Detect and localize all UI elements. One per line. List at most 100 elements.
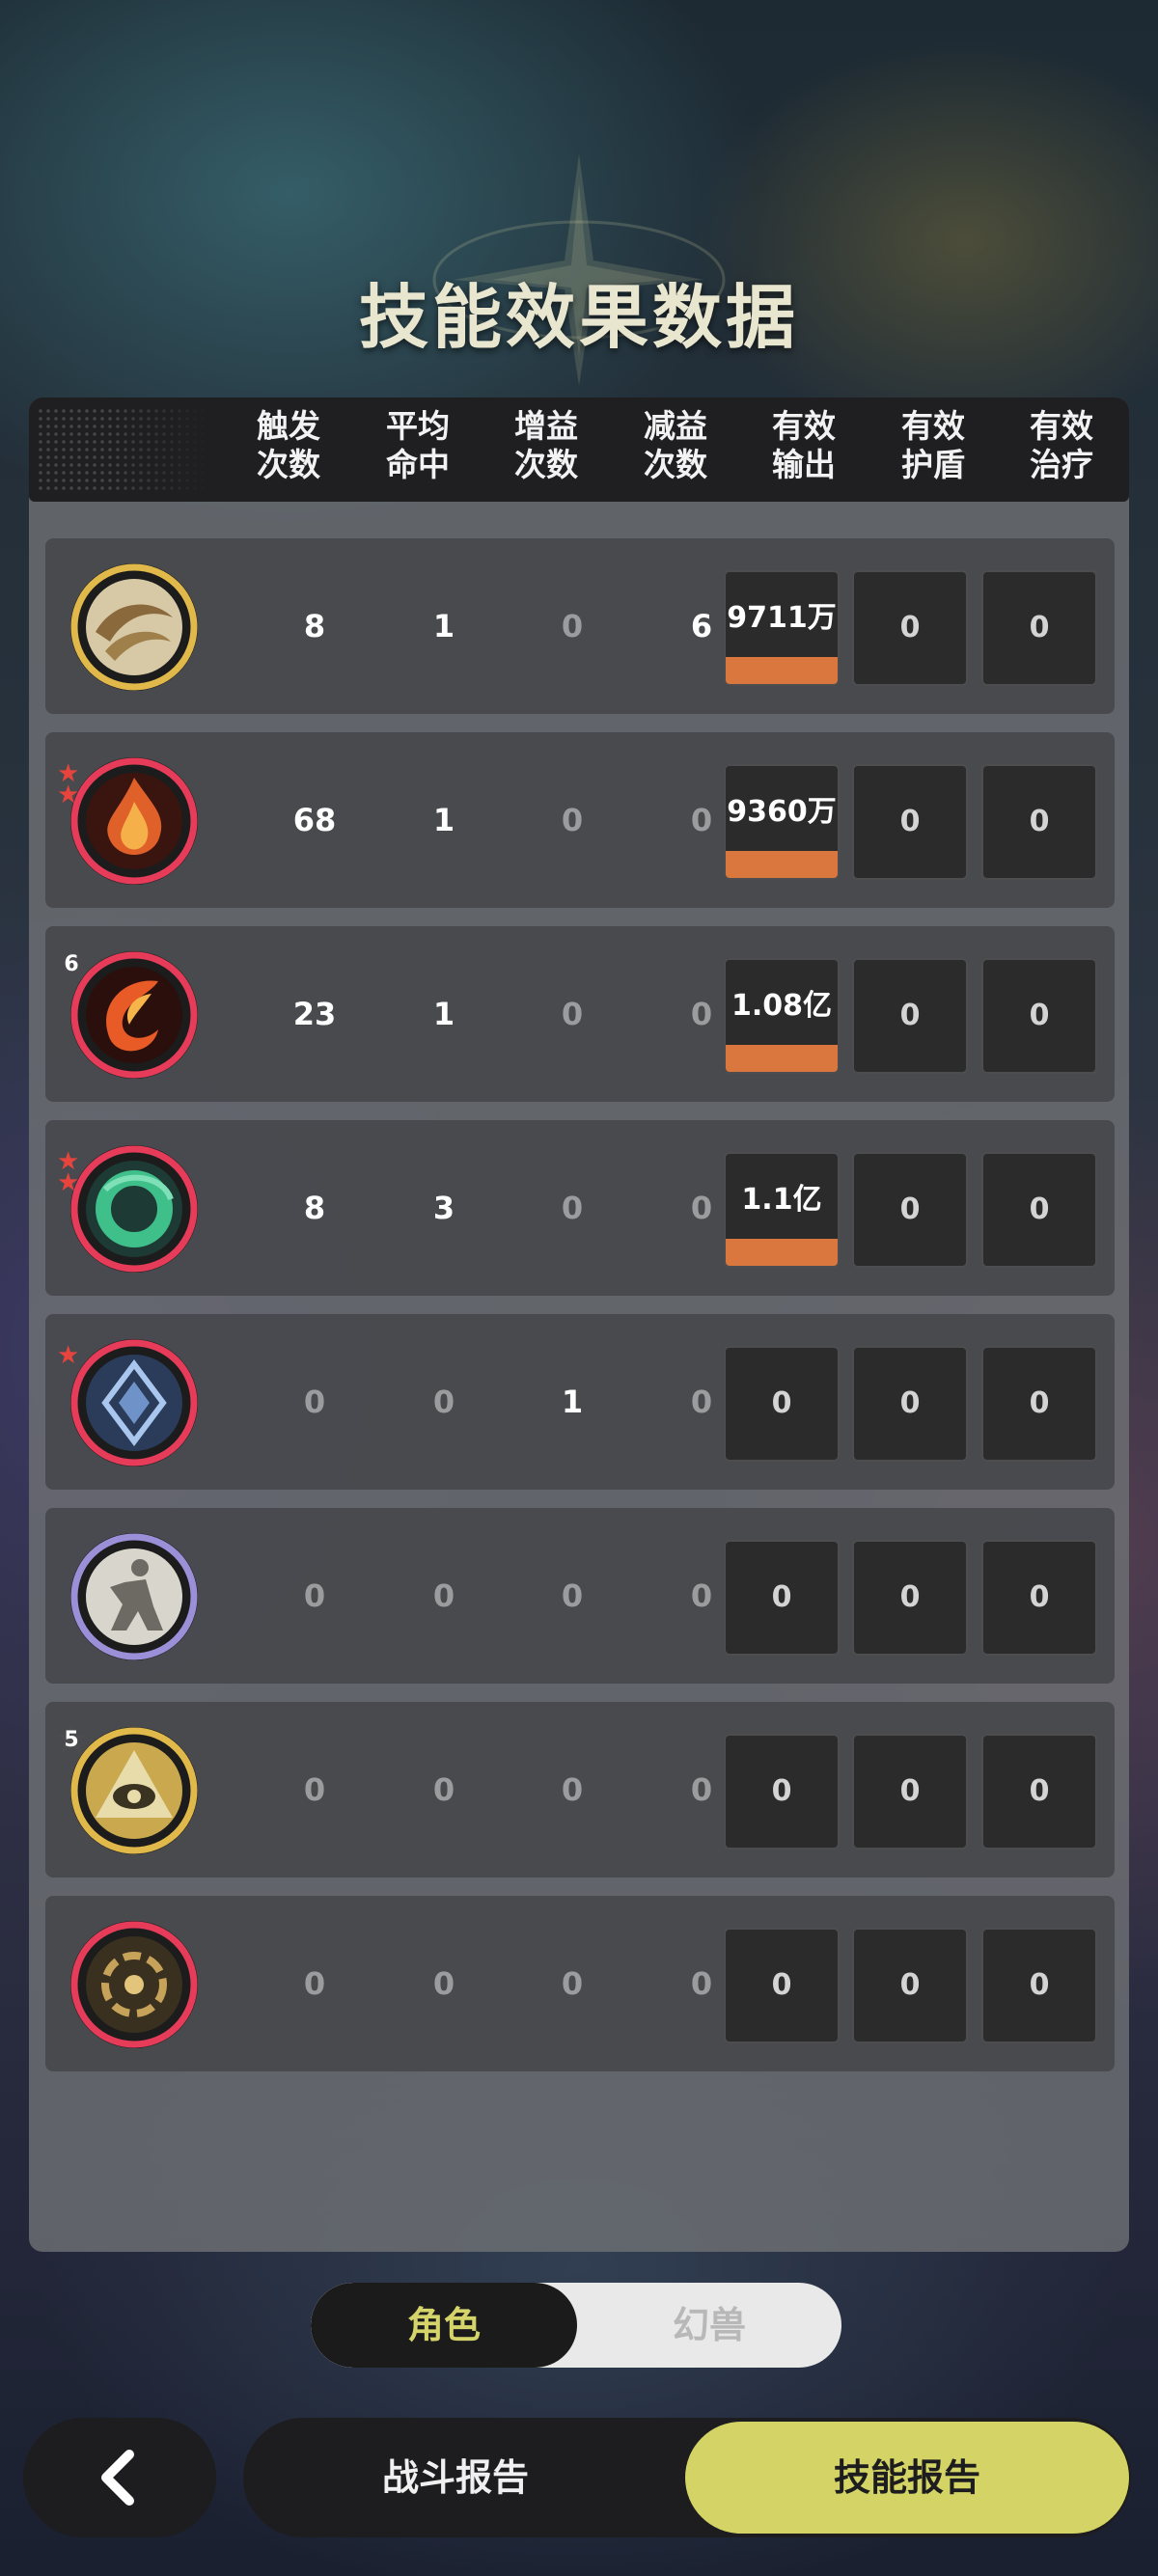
- jade-ring-skill-icon[interactable]: ★ ★: [57, 1141, 202, 1276]
- effective-output-cell: 0: [724, 1346, 840, 1462]
- effective-heal-cell: 0: [981, 1928, 1097, 2043]
- effective-heal-cell: 0: [981, 764, 1097, 880]
- effective-output-value: 9360万: [727, 795, 837, 829]
- average-hit-value: 1: [432, 608, 455, 644]
- effective-output-value: 0: [771, 1580, 792, 1614]
- effective-heal-value: 0: [1029, 611, 1050, 644]
- effective-heal-value: 0: [1029, 1580, 1050, 1614]
- average-hit-value: 0: [432, 1771, 455, 1808]
- effective-output-value: 1.1亿: [741, 1183, 822, 1217]
- table-row: 50000000: [45, 1702, 1115, 1877]
- unit-type-toggle[interactable]: 角色 幻兽: [311, 2283, 841, 2368]
- buff-count-value: 1: [561, 1384, 584, 1420]
- rank-badge: 5: [55, 1723, 88, 1756]
- effective-heal-value: 0: [1029, 1968, 1050, 2002]
- chevron-left-icon: [101, 2450, 134, 2506]
- average-hit-value: 1: [432, 996, 455, 1032]
- effective-shield-value: 0: [899, 1580, 921, 1614]
- trigger-count-value: 8: [303, 608, 326, 644]
- effective-shield-cell: 0: [852, 764, 968, 880]
- average-hit-value: 0: [432, 1965, 455, 2002]
- page-title: 技能效果数据: [358, 277, 799, 358]
- effective-heal-value: 0: [1029, 1192, 1050, 1226]
- effective-shield-cell: 0: [852, 570, 968, 686]
- fire-burst-skill-icon[interactable]: ★ ★: [57, 754, 202, 889]
- table-row: 0000000: [45, 1508, 1115, 1684]
- effective-shield-value: 0: [899, 611, 921, 644]
- column-header-trigger-count: 触发 次数: [257, 407, 320, 483]
- column-header-effective-heal: 有效 治疗: [1030, 407, 1093, 483]
- effective-output-cell: 9360万: [724, 764, 840, 880]
- trigger-count-value: 68: [292, 802, 337, 838]
- average-hit-value: 0: [432, 1577, 455, 1614]
- table-row: 8 1 0 6 9711万 0 0: [45, 538, 1115, 714]
- table-row: ★ ★ 68 1 0 0 9360万 0 0: [45, 732, 1115, 908]
- table-row: ★ ★ 8 3 0 0 1.1亿 0 0: [45, 1120, 1115, 1296]
- effective-output-cell: 0: [724, 1734, 840, 1850]
- trigger-count-value: 0: [303, 1577, 326, 1614]
- rank-star-icon: ★: [57, 1341, 80, 1370]
- effective-heal-cell: 0: [981, 1152, 1097, 1268]
- effective-shield-value: 0: [899, 1774, 921, 1808]
- effective-heal-cell: 0: [981, 1540, 1097, 1656]
- effective-output-value: 9711万: [727, 601, 837, 635]
- table-row: 6 23 1 0 0 1.08亿 0 0: [45, 926, 1115, 1102]
- table-row: 0000000: [45, 1896, 1115, 2071]
- effective-shield-value: 0: [899, 805, 921, 838]
- buff-count-value: 0: [561, 608, 584, 644]
- output-bar: [726, 1239, 838, 1266]
- trigger-count-value: 8: [303, 1190, 326, 1226]
- battle-report-label: 战斗报告: [381, 2456, 529, 2499]
- effective-heal-cell: 0: [981, 570, 1097, 686]
- effective-shield-value: 0: [899, 999, 921, 1032]
- effective-output-cell: 9711万: [724, 570, 840, 686]
- golden-wind-skill-icon[interactable]: [67, 560, 202, 695]
- tab-phantom-beast[interactable]: 幻兽: [577, 2283, 841, 2368]
- buff-count-value: 0: [561, 802, 584, 838]
- effective-heal-cell: 0: [981, 1346, 1097, 1462]
- eye-pyramid-skill-icon[interactable]: 5: [56, 1723, 202, 1858]
- rank-badge: 6: [55, 947, 88, 980]
- effective-output-value: 0: [771, 1774, 792, 1808]
- back-button[interactable]: [23, 2418, 216, 2537]
- effective-output-cell: 1.1亿: [724, 1152, 840, 1268]
- effective-output-cell: 0: [724, 1928, 840, 2043]
- effective-heal-value: 0: [1029, 1774, 1050, 1808]
- column-header-debuff-count: 减益 次数: [644, 407, 707, 483]
- output-bar: [726, 851, 838, 878]
- blue-sigil-skill-icon[interactable]: ★: [57, 1335, 202, 1470]
- average-hit-value: 0: [432, 1384, 455, 1420]
- effective-output-cell: 1.08亿: [724, 958, 840, 1074]
- effective-shield-cell: 0: [852, 1152, 968, 1268]
- buff-count-value: 0: [561, 1190, 584, 1226]
- buff-count-value: 0: [561, 1577, 584, 1614]
- skill-report-button[interactable]: 技能报告: [685, 2422, 1129, 2534]
- golden-vortex-skill-icon[interactable]: [67, 1917, 202, 2052]
- tab-character[interactable]: 角色: [311, 2283, 577, 2368]
- trigger-count-value: 0: [303, 1965, 326, 2002]
- effective-heal-value: 0: [1029, 805, 1050, 838]
- average-hit-value: 3: [432, 1190, 455, 1226]
- column-header-effective-output: 有效 输出: [772, 407, 836, 483]
- trigger-count-value: 0: [303, 1384, 326, 1420]
- effective-shield-cell: 0: [852, 958, 968, 1074]
- effective-shield-value: 0: [899, 1968, 921, 2002]
- effective-heal-value: 0: [1029, 999, 1050, 1032]
- effective-heal-cell: 0: [981, 958, 1097, 1074]
- rank-star-icon: ★: [57, 781, 80, 809]
- effective-shield-value: 0: [899, 1192, 921, 1226]
- trigger-count-value: 23: [292, 996, 337, 1032]
- trigger-count-value: 0: [303, 1771, 326, 1808]
- column-header-average-hit: 平均 命中: [386, 407, 450, 483]
- header-dot-pattern: [37, 407, 210, 494]
- buff-count-value: 0: [561, 1771, 584, 1808]
- effective-shield-cell: 0: [852, 1346, 968, 1462]
- shadow-figure-skill-icon[interactable]: [67, 1529, 202, 1664]
- table-header: 触发 次数 平均 命中 增益 次数 减益 次数 有效 输出 有效 护盾 有效 治疗: [29, 397, 1129, 502]
- column-header-buff-count: 增益 次数: [514, 407, 578, 483]
- effective-shield-value: 0: [899, 1386, 921, 1420]
- effective-shield-cell: 0: [852, 1928, 968, 2043]
- buff-count-value: 0: [561, 996, 584, 1032]
- fire-swirl-skill-icon[interactable]: 6: [56, 947, 202, 1082]
- effective-output-value: 1.08亿: [731, 989, 833, 1023]
